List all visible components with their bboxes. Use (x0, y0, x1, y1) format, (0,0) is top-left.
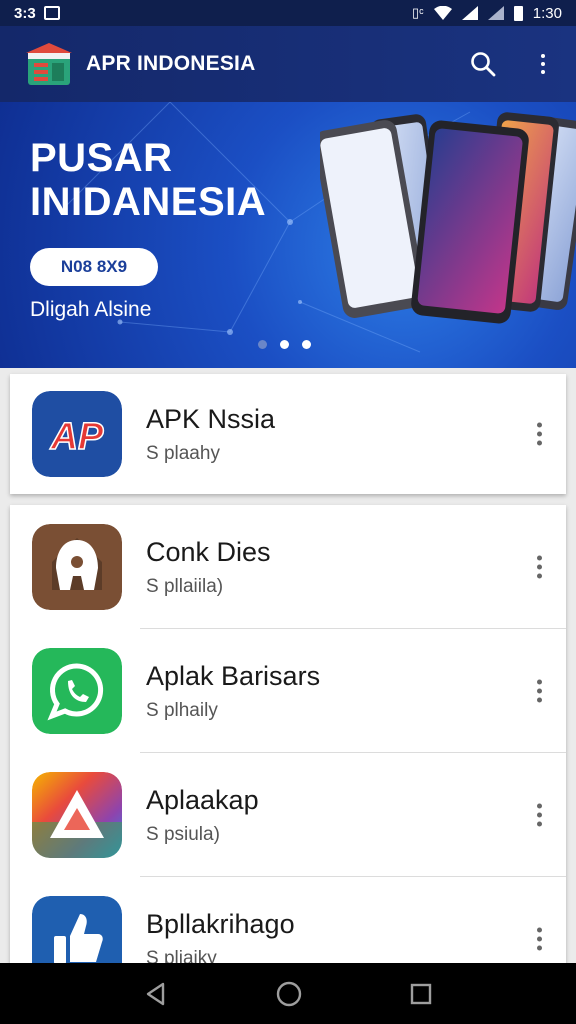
more-vert-icon[interactable] (537, 803, 542, 827)
triangle-logo-icon (32, 772, 122, 858)
whatsapp-icon (32, 648, 122, 734)
a-letter-icon (32, 524, 122, 610)
system-nav-bar (0, 963, 576, 1024)
image-icon (43, 6, 60, 20)
list-item[interactable]: AP APK Nssia S plaahy (10, 374, 566, 494)
list-item[interactable]: Conk Dies S pllaiila) (10, 505, 566, 629)
promo-banner[interactable]: PUSAR INIDANESIA N08 8X9 Dligah Alsine (0, 102, 576, 368)
app-name: Aplak Barisars (146, 661, 321, 691)
app-list-card: Conk Dies S pllaiila) Aplak Barisars S p… (10, 505, 566, 982)
banner-pill-button[interactable]: N08 8X9 (30, 248, 158, 286)
list-item[interactable]: Aplak Barisars S plhaily (10, 629, 566, 753)
svg-text:AP: AP (50, 416, 104, 458)
recents-icon[interactable] (409, 982, 433, 1006)
more-vert-icon (541, 54, 545, 74)
more-vert-icon[interactable] (537, 555, 542, 579)
more-vert-icon[interactable] (537, 927, 542, 951)
battery-icon (513, 5, 523, 21)
carousel-dot[interactable] (302, 340, 311, 349)
home-icon[interactable] (275, 980, 303, 1008)
wifi-icon (433, 6, 452, 20)
signal-icon (487, 6, 504, 20)
app-name: Aplaakap (146, 785, 259, 815)
carousel-dot[interactable] (258, 340, 267, 349)
app-title: APR INDONESIA (86, 52, 256, 75)
ap-logo-icon: AP (32, 391, 122, 477)
app-subtitle: S psiula) (146, 824, 220, 845)
carousel-indicator[interactable] (258, 340, 311, 349)
app-name: APK Nssia (146, 404, 276, 434)
more-vert-icon[interactable] (537, 679, 542, 703)
app-subtitle: S plhaily (146, 700, 218, 721)
status-bar: 3:3 ▯ᶜ 1:30 (0, 0, 576, 26)
signal-icon (461, 6, 478, 20)
featured-app-card: AP APK Nssia S plaahy (10, 374, 566, 494)
app-bar: APR INDONESIA (0, 26, 576, 102)
status-left-text: 3:3 (14, 4, 36, 22)
app-name: Conk Dies (146, 537, 271, 567)
banner-subtitle: Dligah Alsine (30, 298, 152, 321)
more-vert-icon[interactable] (537, 422, 542, 446)
back-icon[interactable] (143, 981, 169, 1007)
overflow-menu-button[interactable] (528, 49, 558, 79)
list-item[interactable]: Aplaakap S psiula) (10, 753, 566, 877)
app-name: Bpllakrihago (146, 909, 295, 939)
vibrate-icon: ▯ᶜ (412, 5, 424, 20)
app-subtitle: S plaahy (146, 443, 220, 464)
carousel-dot-active[interactable] (280, 340, 289, 349)
search-button[interactable] (468, 49, 498, 79)
banner-title-line2: INIDANESIA (30, 180, 267, 224)
phones-illustration (320, 112, 576, 324)
store-logo (26, 43, 72, 85)
banner-title-line1: PUSAR (30, 136, 173, 180)
app-subtitle: S pllaiila) (146, 576, 224, 597)
status-time: 1:30 (532, 4, 562, 22)
search-icon (471, 52, 496, 77)
banner-title: PUSAR INIDANESIA (30, 136, 266, 224)
